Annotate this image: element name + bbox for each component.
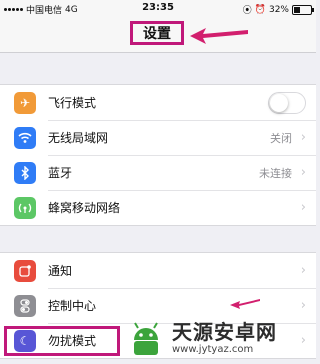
status-right: ⦿ ⏰ 32% (242, 3, 314, 16)
wifi-icon (14, 126, 36, 149)
battery-fill (294, 6, 300, 13)
annotation-arrow-icon (190, 28, 248, 44)
android-logo-icon (134, 322, 158, 355)
row-label: 飞行模式 (48, 96, 97, 110)
row-label: 蓝牙 (48, 166, 73, 180)
do-not-disturb-highlight (4, 326, 120, 356)
row-label: 蜂窝移动网络 (48, 201, 121, 215)
notifications-icon (14, 259, 36, 282)
alarm-icon: ⏰ (254, 4, 266, 15)
watermark-url: www.jytyaz.com (172, 344, 254, 355)
row-bluetooth[interactable]: 蓝牙 未连接 › (0, 155, 316, 190)
status-bar: 中国电信 4G 23:35 ⦿ ⏰ 32% (0, 0, 316, 18)
row-notifications[interactable]: 通知 › (0, 253, 316, 288)
separator (48, 288, 316, 289)
watermark-title: 天源安卓网 (172, 320, 277, 344)
lock-rotation-icon: ⦿ (242, 6, 252, 16)
separator (48, 190, 316, 191)
page-title-text: 设置 (143, 26, 171, 42)
separator (48, 120, 316, 121)
airplane-icon: ✈ (14, 91, 36, 114)
chevron-right-icon: › (300, 263, 306, 278)
airplane-mode-toggle[interactable] (268, 91, 306, 114)
chevron-right-icon: › (300, 298, 306, 313)
chevron-right-icon: › (300, 165, 306, 180)
bluetooth-icon (14, 161, 36, 184)
row-label: 控制中心 (48, 299, 97, 313)
battery-percent: 32% (268, 4, 289, 15)
row-airplane-mode: ✈ 飞行模式 (0, 85, 316, 120)
annotation-arrow-small-icon (230, 299, 260, 309)
bluetooth-status-value: 未连接 (259, 166, 292, 180)
connectivity-group: ✈ 飞行模式 无线局域网 关闭 › 蓝牙 未连接 › 蜂窝移动网络 › (0, 84, 316, 226)
chevron-right-icon: › (300, 130, 306, 145)
cellular-icon (14, 196, 36, 219)
chevron-right-icon: › (300, 200, 306, 215)
toggle-knob (270, 93, 288, 112)
page-title: 设置 (130, 21, 184, 45)
watermark: 天源安卓网 www.jytyaz.com (124, 312, 316, 364)
battery-icon (292, 4, 314, 15)
row-wifi[interactable]: 无线局域网 关闭 › (0, 120, 316, 155)
wifi-status-value: 关闭 (270, 131, 292, 145)
nav-bar: 设置 (0, 18, 316, 53)
separator (48, 155, 316, 156)
row-label: 无线局域网 (48, 131, 109, 145)
row-cellular[interactable]: 蜂窝移动网络 › (0, 190, 316, 225)
row-label: 通知 (48, 264, 73, 278)
control-center-icon (14, 294, 36, 317)
